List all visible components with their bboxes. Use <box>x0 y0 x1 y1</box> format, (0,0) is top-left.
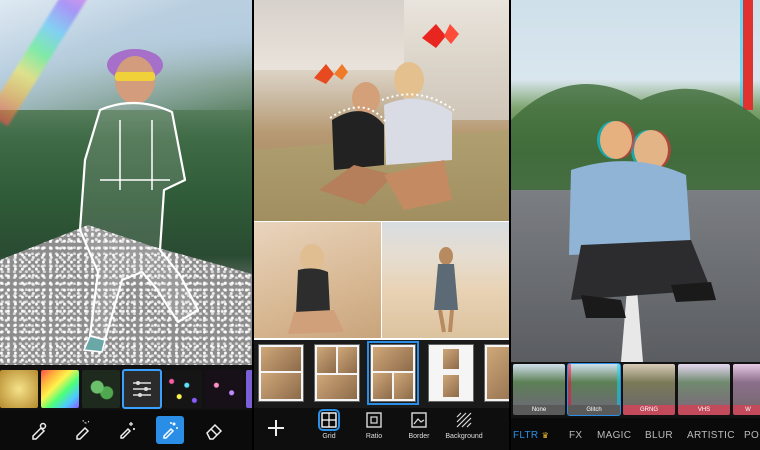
filter-label: GRNG <box>623 405 675 415</box>
filter-none[interactable]: None <box>513 364 565 415</box>
collage-toolbar: Grid Ratio Border Background <box>254 408 509 450</box>
gold-sticker-thumb[interactable] <box>0 370 38 408</box>
eraser-button[interactable] <box>200 416 228 444</box>
tab-po[interactable]: PO <box>744 430 759 441</box>
collage-cell-top[interactable] <box>254 0 509 221</box>
filter-label: W <box>733 405 760 415</box>
woman-on-sand-photo <box>288 244 344 334</box>
eraser-brush-button[interactable] <box>25 416 53 444</box>
sparkle-brush-button[interactable] <box>113 416 141 444</box>
tab-artistic[interactable]: ARTISTIC <box>687 430 735 441</box>
plus-icon <box>268 420 284 436</box>
couple-with-butterflies <box>254 24 509 221</box>
rainbow-sticker-thumb[interactable] <box>41 370 79 408</box>
eraser-brush-icon <box>32 422 47 440</box>
collage-cell-bottom-left[interactable] <box>254 222 381 338</box>
sliders-icon <box>133 381 151 397</box>
effects-editor-panel: None Glitch GRNG VHS W FLTR ♛ FX MAGIC B… <box>511 0 760 450</box>
ratio-tool[interactable]: Ratio <box>349 412 399 440</box>
filter-label: Glitch <box>568 405 620 415</box>
next-sticker-thumb[interactable] <box>246 370 252 408</box>
background-label: Background <box>445 433 483 440</box>
layout-strip <box>254 340 509 408</box>
filter-strip: None Glitch GRNG VHS W <box>511 362 760 418</box>
sparkle-sticker-thumb[interactable] <box>205 370 243 408</box>
couple-on-road-photo <box>511 0 760 362</box>
filter-label: None <box>513 405 565 415</box>
grid-tool[interactable]: Grid <box>304 409 354 440</box>
tab-fltr[interactable]: FLTR ♛ <box>513 430 549 441</box>
collage-editor-panel: Grid Ratio Border Background <box>254 0 509 450</box>
ratio-icon <box>366 412 382 428</box>
eraser-icon <box>206 423 223 440</box>
tab-fltr-label: FLTR <box>513 430 539 441</box>
filter-glitch[interactable]: Glitch <box>567 363 621 416</box>
grid-icon <box>318 409 340 431</box>
grid-label: Grid <box>322 433 336 440</box>
filter-grng[interactable]: GRNG <box>623 364 675 415</box>
layout-option[interactable] <box>428 344 474 402</box>
magic-brush-icon <box>163 422 178 439</box>
layout-option[interactable] <box>314 344 360 402</box>
border-label: Border <box>408 433 430 440</box>
sticker-editor-panel <box>0 0 252 450</box>
tab-magic[interactable]: MAGIC <box>597 430 631 441</box>
filter-vhs[interactable]: VHS <box>678 364 730 415</box>
filter-label: VHS <box>678 405 730 415</box>
add-photo-button[interactable] <box>264 416 288 440</box>
tab-fx[interactable]: FX <box>569 430 582 441</box>
sticker-strip <box>0 366 252 410</box>
lasso-brush-icon <box>76 420 90 440</box>
filter-w[interactable]: W <box>733 364 760 415</box>
ratio-label: Ratio <box>365 433 383 440</box>
effects-tabs: FLTR ♛ FX MAGIC BLUR ARTISTIC PO <box>511 418 760 450</box>
tab-blur[interactable]: BLUR <box>645 430 673 441</box>
layout-option[interactable] <box>484 344 509 402</box>
brush-toolbar <box>0 410 252 450</box>
clover-sticker-thumb[interactable] <box>82 370 120 408</box>
glitch-couple <box>511 84 760 318</box>
confetti-sticker-thumb[interactable] <box>164 370 202 408</box>
lasso-brush-button[interactable] <box>69 416 97 444</box>
border-icon <box>411 412 427 428</box>
glitter-brush-sticker-thumb[interactable] <box>122 369 162 409</box>
woman-walking-beach-photo <box>434 247 458 333</box>
collage-cell-bottom-right[interactable] <box>382 222 509 338</box>
person-outline-sticker[interactable] <box>60 40 210 360</box>
layout-option-selected[interactable] <box>367 341 419 405</box>
magic-brush-button[interactable] <box>156 416 184 444</box>
crown-icon: ♛ <box>541 431 550 440</box>
layout-option[interactable] <box>258 344 304 402</box>
background-icon <box>456 412 472 428</box>
sparkle-brush-icon <box>120 422 135 439</box>
mountain-photo <box>0 0 252 365</box>
background-tool[interactable]: Background <box>439 412 489 440</box>
border-tool[interactable]: Border <box>394 412 444 440</box>
